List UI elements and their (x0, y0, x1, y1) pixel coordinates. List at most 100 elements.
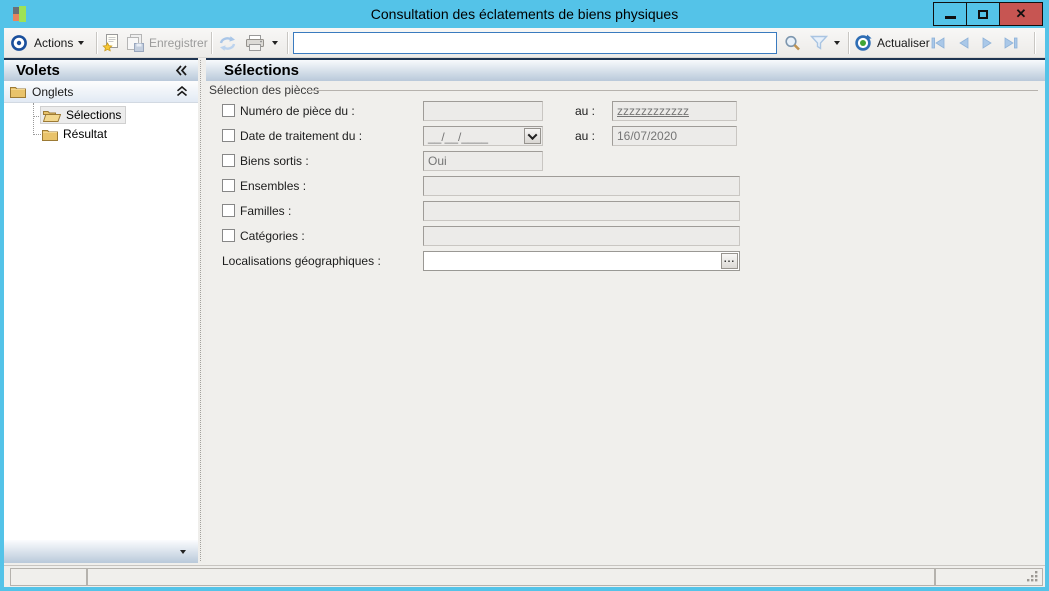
toolbar-separator (211, 32, 212, 54)
row-numero: Numéro de pièce du : au : (206, 101, 1045, 121)
status-cell-left (10, 568, 87, 586)
sidebar-item-selections[interactable]: Sélections (40, 106, 127, 124)
localisations-input[interactable] (423, 251, 740, 271)
date-dropdown-button[interactable] (524, 128, 541, 144)
print-button[interactable] (245, 28, 265, 58)
biens-sortis-label: Biens sortis : (240, 154, 309, 168)
numero-au-label: au : (575, 104, 596, 118)
ensembles-checkbox[interactable] (222, 179, 235, 192)
folder-open-icon (43, 110, 61, 122)
maximize-button[interactable] (967, 3, 1000, 25)
page-title: Sélections (224, 62, 300, 79)
biens-sortis-input (423, 151, 543, 171)
ensembles-label: Ensembles : (240, 179, 307, 193)
maximize-icon (978, 9, 988, 19)
new-document-button[interactable] (102, 28, 120, 58)
resize-grip-icon[interactable] (1026, 570, 1039, 583)
row-date: Date de traitement du : __/__/____ au : (206, 126, 1045, 146)
numero-au-input (612, 101, 737, 121)
date-checkbox[interactable] (222, 129, 235, 142)
minimize-icon (944, 16, 956, 19)
localisations-field: ... (423, 251, 740, 271)
group-line (306, 90, 1038, 91)
sidebar-volets: Volets Onglets Sélections Résultat (4, 58, 198, 563)
toolbar: Actions Enregistrer Actualiser (4, 28, 1045, 58)
familles-label: Familles : (240, 204, 292, 218)
date-du-combobox: __/__/____ (423, 126, 543, 146)
window-title: Consultation des éclatements de biens ph… (370, 6, 679, 22)
collapse-panel-button[interactable] (175, 65, 188, 76)
chevron-down-icon[interactable] (180, 550, 186, 554)
folder-icon (10, 87, 26, 98)
search-button[interactable] (783, 28, 802, 58)
biens-sortis-checkbox[interactable] (222, 154, 235, 167)
new-document-icon (102, 34, 118, 52)
main-header: Sélections (206, 58, 1045, 81)
actions-button[interactable]: Actions (34, 28, 85, 58)
nav-prev-button[interactable] (955, 28, 973, 58)
toolbar-separator (287, 32, 288, 54)
familles-checkbox[interactable] (222, 204, 235, 217)
nav-prev-icon (959, 37, 969, 49)
window-controls: ✕ (933, 2, 1043, 26)
close-icon: ✕ (1015, 6, 1027, 21)
chevrons-left-icon (175, 65, 187, 76)
numero-label: Numéro de pièce du : (240, 104, 355, 118)
actualiser-icon (855, 34, 872, 51)
nav-last-button[interactable] (1001, 28, 1019, 58)
actualiser-label: Actualiser (877, 36, 930, 50)
categories-checkbox[interactable] (222, 229, 235, 242)
chevrons-up-icon (176, 86, 188, 97)
actions-target-icon (10, 28, 28, 58)
onglets-tree: Sélections Résultat (4, 103, 198, 533)
toolbar-separator (1034, 32, 1035, 54)
minimize-button[interactable] (934, 3, 967, 25)
toolbar-separator (848, 32, 849, 54)
sidebar-footer (4, 540, 198, 563)
selection-form: Sélection des pièces Numéro de pièce du … (206, 81, 1045, 563)
nav-next-icon (982, 37, 992, 49)
printer-icon (246, 34, 264, 51)
chevron-down-icon (272, 41, 278, 45)
sidebar-item-resultat[interactable]: Résultat (40, 125, 111, 143)
nav-next-button[interactable] (978, 28, 996, 58)
save-icon (127, 34, 144, 52)
row-categories: Catégories : (206, 226, 1045, 246)
onglets-group-header[interactable]: Onglets (4, 81, 198, 103)
status-bar (4, 565, 1045, 587)
nav-first-icon (931, 37, 945, 49)
tree-guide (33, 103, 34, 135)
browse-button[interactable]: ... (721, 253, 738, 269)
numero-checkbox[interactable] (222, 104, 235, 117)
row-biens-sortis: Biens sortis : (206, 151, 1045, 171)
chevron-down-icon (834, 41, 840, 45)
date-au-input (612, 126, 737, 146)
filter-menu-button[interactable] (834, 28, 840, 58)
sidebar-header: Volets (4, 58, 198, 81)
search-input[interactable] (293, 32, 777, 54)
nav-first-button[interactable] (930, 28, 948, 58)
collapse-group-button[interactable] (176, 86, 188, 97)
categories-label: Catégories : (240, 229, 305, 243)
title-bar: Consultation des éclatements de biens ph… (0, 0, 1049, 28)
save-button[interactable]: Enregistrer (125, 28, 208, 58)
sidebar-title: Volets (16, 62, 60, 79)
panel-splitter[interactable] (198, 58, 206, 563)
chevron-down-icon (78, 41, 85, 45)
print-menu-button[interactable] (272, 28, 278, 58)
categories-input (423, 226, 740, 246)
status-cell-middle (87, 568, 935, 586)
chevron-down-icon (527, 129, 538, 140)
ensembles-input (423, 176, 740, 196)
date-label: Date de traitement du : (240, 129, 363, 143)
status-cell-right (935, 568, 1043, 586)
refresh-button[interactable] (217, 28, 238, 58)
row-ensembles: Ensembles : (206, 176, 1045, 196)
group-title: Sélection des pièces (209, 83, 320, 97)
tree-item-label: Sélections (66, 108, 122, 122)
filter-button[interactable] (810, 28, 828, 58)
date-au-label: au : (575, 129, 596, 143)
magnifier-icon (785, 35, 800, 50)
actualiser-button[interactable]: Actualiser (854, 28, 930, 58)
close-button[interactable]: ✕ (1000, 3, 1042, 25)
